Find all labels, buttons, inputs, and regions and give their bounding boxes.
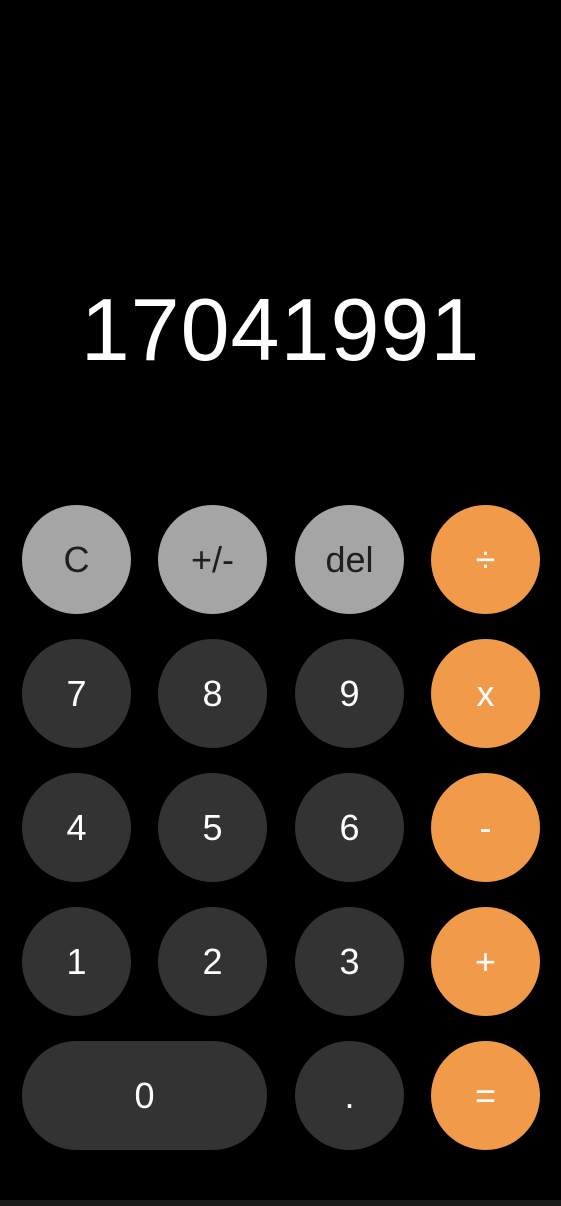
subtract-button[interactable]: - <box>431 773 540 882</box>
equals-button[interactable]: = <box>431 1041 540 1150</box>
digit-6-button[interactable]: 6 <box>295 773 404 882</box>
bottom-bar <box>0 1200 561 1206</box>
digit-9-button[interactable]: 9 <box>295 639 404 748</box>
add-button[interactable]: + <box>431 907 540 1016</box>
digit-3-button[interactable]: 3 <box>295 907 404 1016</box>
divide-button[interactable]: ÷ <box>431 505 540 614</box>
digit-2-button[interactable]: 2 <box>158 907 267 1016</box>
delete-button[interactable]: del <box>295 505 404 614</box>
digit-4-button[interactable]: 4 <box>22 773 131 882</box>
clear-button[interactable]: C <box>22 505 131 614</box>
digit-0-button[interactable]: 0 <box>22 1041 267 1150</box>
digit-7-button[interactable]: 7 <box>22 639 131 748</box>
sign-toggle-button[interactable]: +/- <box>158 505 267 614</box>
digit-8-button[interactable]: 8 <box>158 639 267 748</box>
decimal-button[interactable]: . <box>295 1041 404 1150</box>
digit-5-button[interactable]: 5 <box>158 773 267 882</box>
multiply-button[interactable]: x <box>431 639 540 748</box>
digit-1-button[interactable]: 1 <box>22 907 131 1016</box>
calculator-display: 17041991 <box>80 280 481 379</box>
